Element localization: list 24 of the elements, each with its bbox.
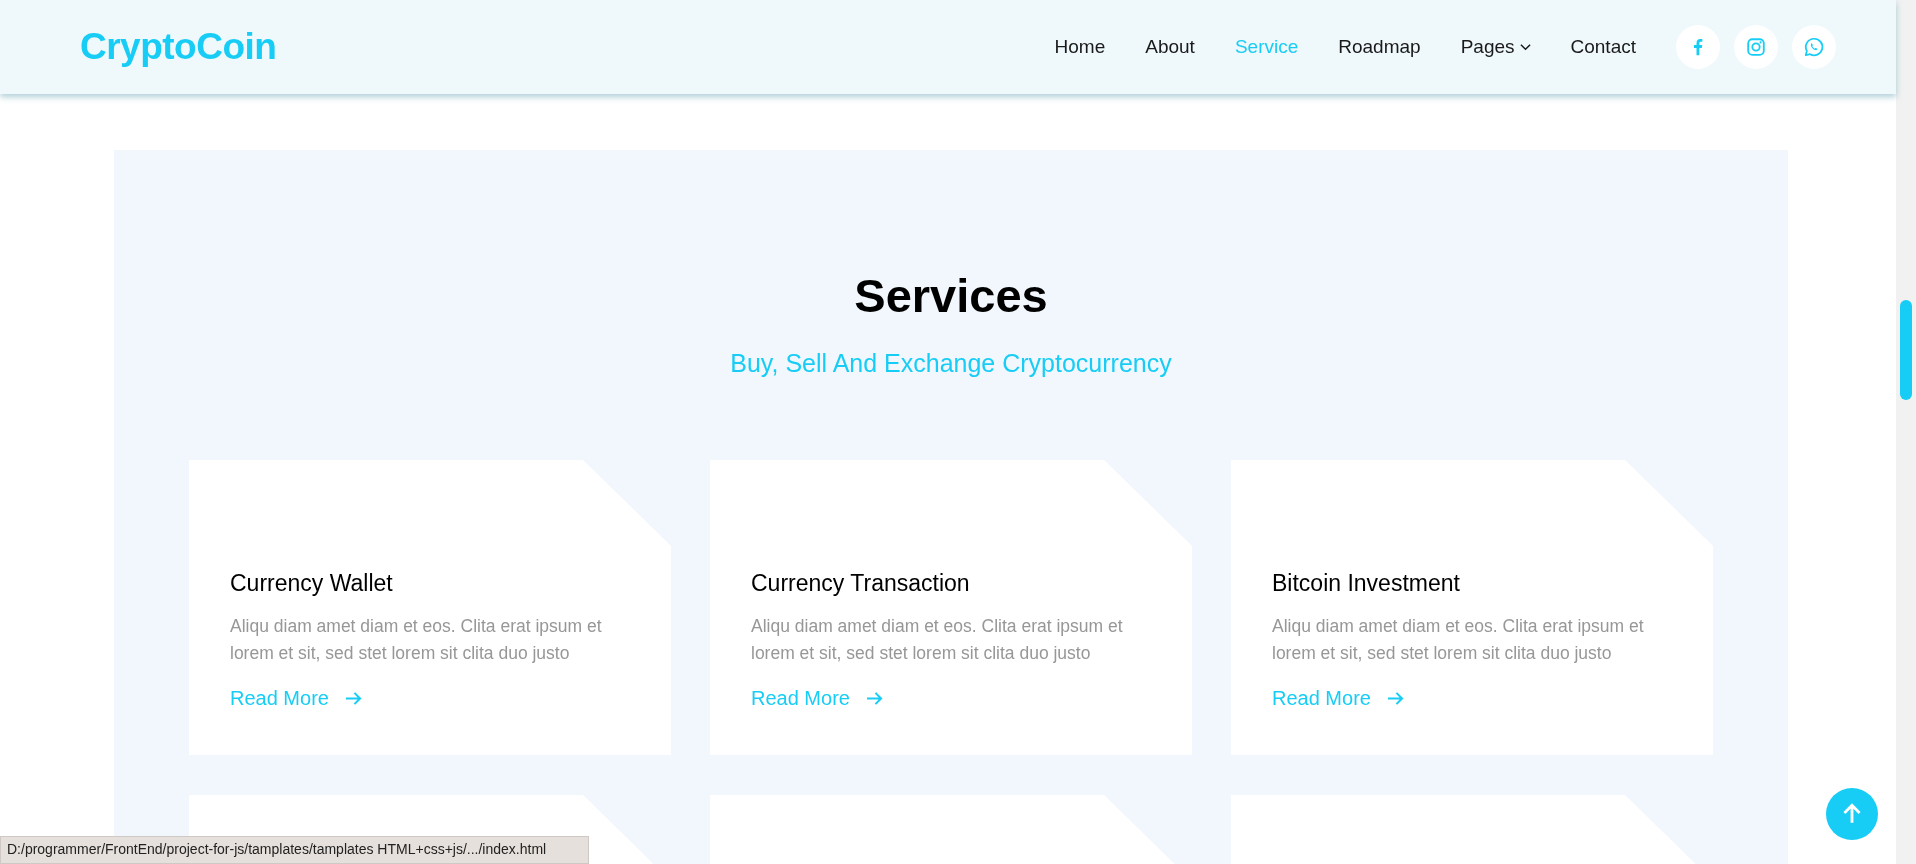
back-to-top-button[interactable] — [1826, 788, 1878, 840]
instagram-icon — [1745, 36, 1767, 58]
instagram-button[interactable] — [1734, 25, 1778, 69]
card-text: Aliqu diam amet diam et eos. Clita erat ipsum et lorem et sit, sed stet lorem sit clita duo justo — [751, 615, 1124, 665]
scrollbar[interactable] — [1896, 0, 1916, 864]
section-title: Services — [854, 268, 1048, 323]
card-title: Currency Transaction — [751, 570, 971, 597]
nav-link[interactable]: Home — [1054, 36, 1106, 58]
card-title: Currency Wallet — [230, 570, 394, 597]
card-text: Aliqu diam amet diam et eos. Clita erat ipsum et lorem et sit, sed stet lorem sit clita duo justo — [1272, 615, 1645, 665]
section-subtitle: Buy, Sell And Exchange Cryptocurrency — [730, 349, 1172, 378]
card-text: Aliqu diam amet diam et eos. Clita erat ipsum et lorem et sit, sed stet lorem sit clita duo justo — [230, 615, 603, 665]
nav-link[interactable]: Pages — [1460, 36, 1531, 58]
arrow-right-icon — [865, 691, 883, 706]
nav-link[interactable]: About — [1145, 36, 1195, 58]
nav-link[interactable]: Roadmap — [1338, 36, 1421, 58]
nav-link[interactable]: Contact — [1570, 36, 1636, 58]
status-bar-url: D:/programmer/FrontEnd/project-for-js/tamplates/tamplates HTML+css+js/.../index.html — [0, 836, 590, 864]
arrow-right-icon — [344, 691, 362, 706]
card-title: Bitcoin Investment — [1272, 570, 1461, 597]
whatsapp-button[interactable] — [1792, 25, 1836, 69]
arrow-right-icon — [1386, 691, 1404, 706]
facebook-button[interactable] — [1676, 25, 1720, 69]
whatsapp-icon — [1803, 36, 1825, 58]
